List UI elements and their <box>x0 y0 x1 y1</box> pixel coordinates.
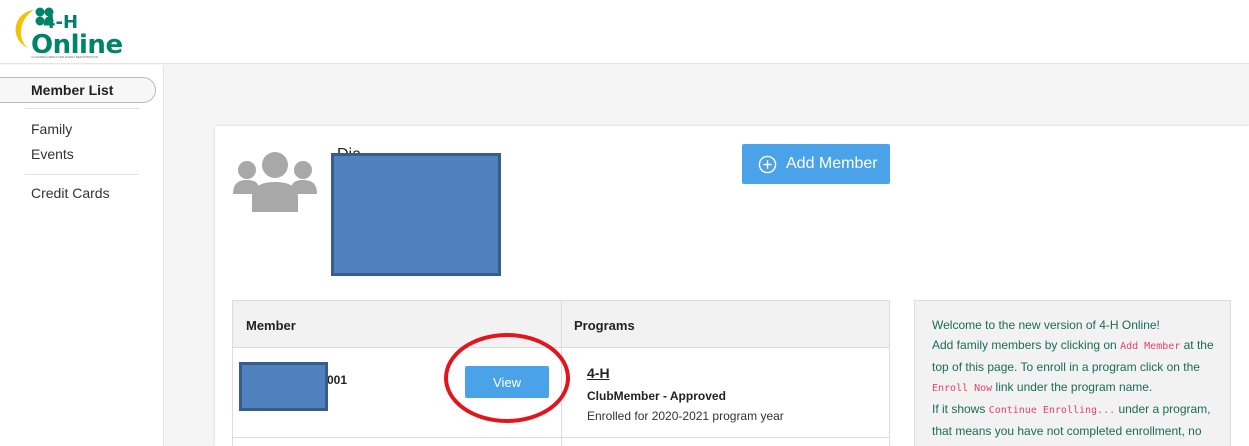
people-group-icon <box>233 152 317 212</box>
top-bar: 4-H Online 4-H ENROLLMENT AND EVENT REGI… <box>0 0 1249 64</box>
welcome-text: Welcome to the new version of 4-H Online… <box>932 318 1160 332</box>
column-header-programs: Programs <box>574 318 635 333</box>
highlight-annotation-circle <box>444 333 570 423</box>
redaction-box <box>239 362 328 411</box>
logo-line-2: Online <box>31 30 123 60</box>
sidebar: Member List Family Events Credit Cards <box>0 65 164 446</box>
info-text: Add family members by clicking on <box>932 338 1121 352</box>
sidebar-item-credit-cards[interactable]: Credit Cards <box>31 185 110 201</box>
info-text: If it shows <box>932 402 989 416</box>
program-link-4h[interactable]: 4-H <box>587 365 610 381</box>
logo-tagline: 4-H ENROLLMENT AND EVENT REGISTRATION <box>31 55 99 59</box>
sidebar-divider <box>25 174 139 175</box>
plus-circle-icon <box>758 155 777 173</box>
sidebar-item-member-list[interactable]: Member List <box>0 77 156 103</box>
row-divider <box>233 437 889 438</box>
code-add-member: Add Member <box>1120 341 1181 352</box>
sidebar-divider <box>25 108 139 109</box>
code-continue-enrolling: Continue Enrolling... <box>988 405 1116 416</box>
program-status: ClubMember - Approved <box>587 389 726 403</box>
logo-wordmark: 4-H Online <box>31 12 123 60</box>
program-enrolled-year: Enrolled for 2020-2021 program year <box>587 409 784 423</box>
welcome-info-panel: Welcome to the new version of 4-H Online… <box>914 300 1231 446</box>
sidebar-item-family[interactable]: Family <box>31 121 72 137</box>
redaction-box <box>331 153 501 276</box>
add-member-label: Add Member <box>786 155 878 172</box>
info-text: link under the program name. <box>992 380 1153 394</box>
sidebar-item-events[interactable]: Events <box>31 146 74 162</box>
member-id: 001 <box>327 373 348 387</box>
column-header-member: Member <box>246 318 296 333</box>
add-member-button[interactable]: Add Member <box>742 144 890 184</box>
code-enroll-now: Enroll Now <box>932 383 993 394</box>
